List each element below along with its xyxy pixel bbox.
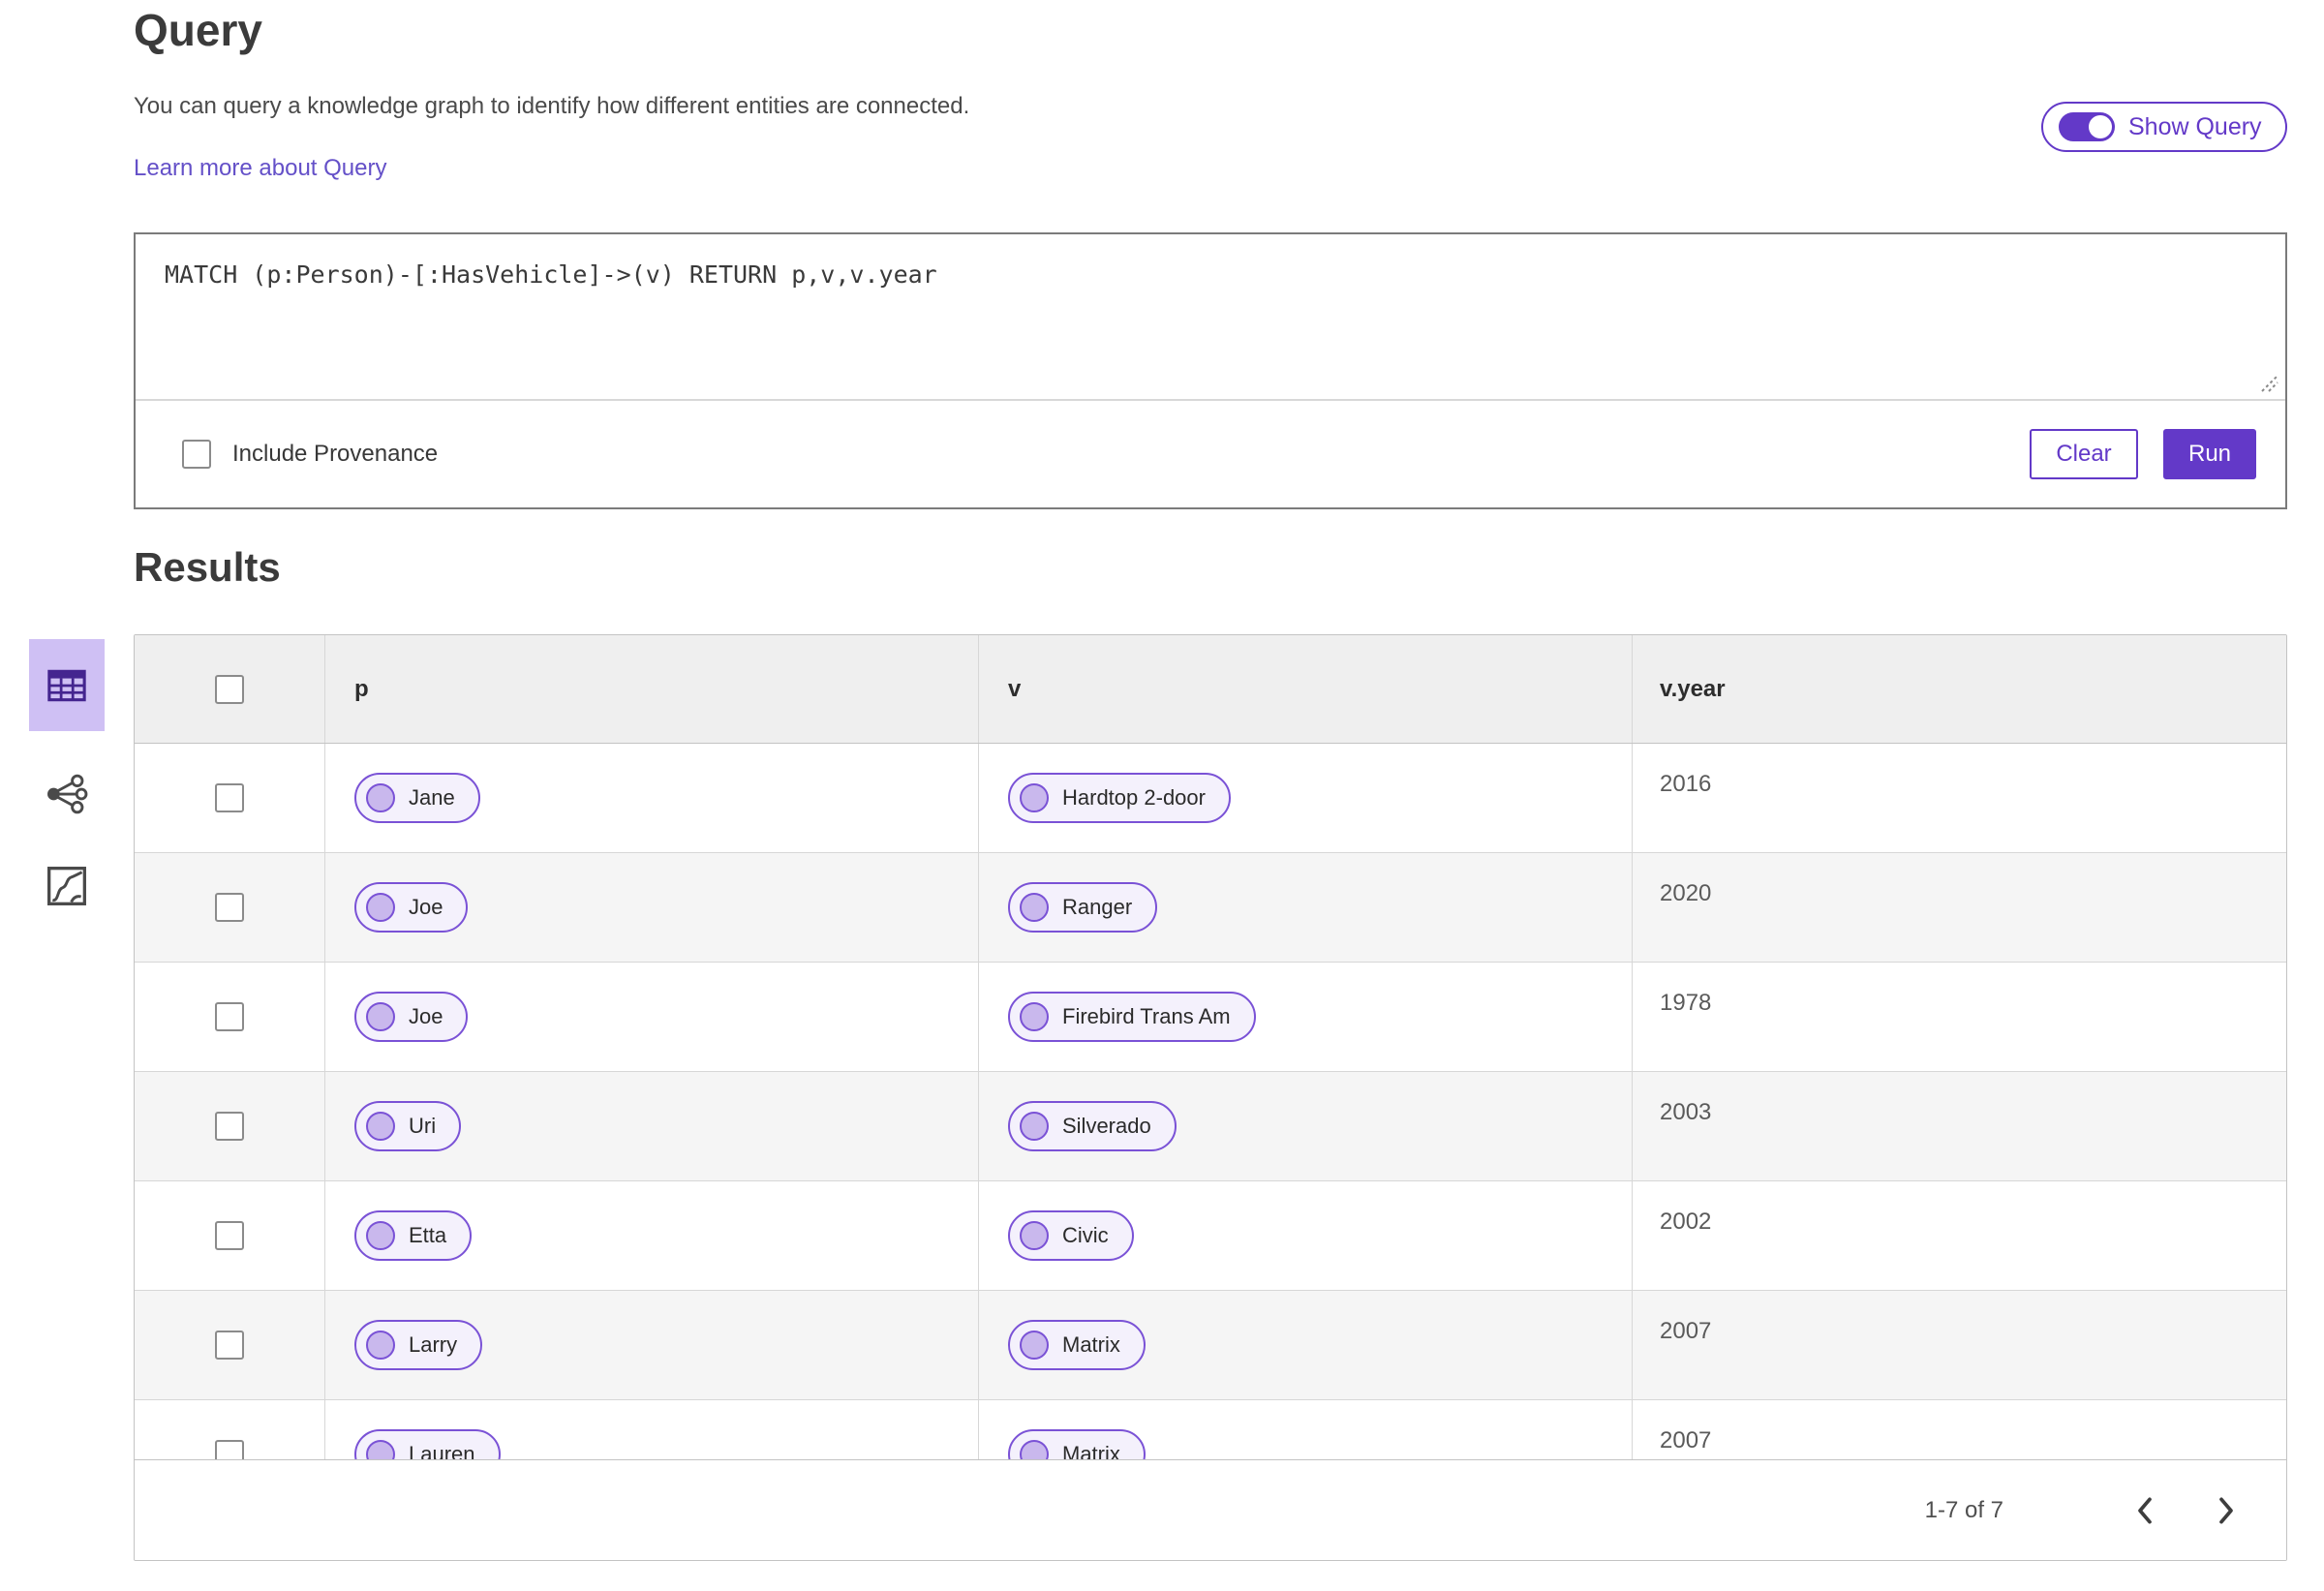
table-view-button[interactable] xyxy=(29,639,105,731)
query-editor: MATCH (p:Person)-[:HasVehicle]->(v) RETU… xyxy=(136,234,2285,401)
chart-view-button[interactable] xyxy=(46,865,88,907)
entity-pill-person[interactable]: Etta xyxy=(354,1210,473,1261)
entity-pill-vehicle[interactable]: Civic xyxy=(1008,1210,1134,1261)
node-icon xyxy=(366,1221,395,1250)
select-all-checkbox[interactable] xyxy=(215,674,244,704)
node-icon xyxy=(366,783,395,812)
toggle-knob xyxy=(2089,115,2112,138)
entity-pill-person[interactable]: Joe xyxy=(354,882,469,933)
results-title: Results xyxy=(134,544,281,590)
header-checkbox-cell xyxy=(135,635,325,743)
node-icon xyxy=(366,1002,395,1031)
year-cell: 2003 xyxy=(1660,1099,1712,1125)
query-page: Query You can query a knowledge graph to… xyxy=(0,0,2324,1591)
previous-page-button[interactable] xyxy=(2124,1489,2166,1532)
graph-view-icon xyxy=(47,774,88,814)
pill-label: Larry xyxy=(409,1332,458,1357)
entity-pill-vehicle[interactable]: Firebird Trans Am xyxy=(1008,992,1256,1042)
pill-label: Joe xyxy=(409,1004,443,1028)
column-header-p: p xyxy=(325,635,979,743)
year-cell: 2016 xyxy=(1660,771,1712,797)
row-checkbox[interactable] xyxy=(215,1002,244,1031)
results-view-rail xyxy=(29,639,105,907)
table-row: Etta Civic 2002 xyxy=(135,1181,2286,1291)
node-icon xyxy=(1020,1331,1049,1360)
query-input[interactable]: MATCH (p:Person)-[:HasVehicle]->(v) RETU… xyxy=(136,234,2285,399)
pill-label: Matrix xyxy=(1062,1332,1120,1357)
column-header-v: v xyxy=(979,635,1633,743)
graph-view-button[interactable] xyxy=(45,772,89,816)
resize-grip-icon[interactable] xyxy=(2254,368,2279,393)
pill-label: Hardtop 2-door xyxy=(1062,785,1206,810)
row-checkbox[interactable] xyxy=(215,783,244,812)
entity-pill-person[interactable]: Joe xyxy=(354,992,469,1042)
include-provenance-checkbox[interactable] xyxy=(182,440,211,469)
row-checkbox[interactable] xyxy=(215,893,244,922)
show-query-label: Show Query xyxy=(2128,112,2262,140)
table-view-icon xyxy=(47,669,86,701)
table-row: Uri Silverado 2003 xyxy=(135,1072,2286,1181)
pill-label: Uri xyxy=(409,1114,437,1138)
pagination-range-label: 1-7 of 7 xyxy=(1924,1496,2003,1523)
year-cell: 2020 xyxy=(1660,880,1712,906)
node-icon xyxy=(1020,1112,1049,1141)
column-header-vyear: v.year xyxy=(1660,675,1726,702)
query-controls: Include Provenance Clear Run xyxy=(136,401,2285,507)
pill-label: Etta xyxy=(409,1223,447,1247)
pill-label: Firebird Trans Am xyxy=(1062,1004,1231,1028)
entity-pill-person[interactable]: Jane xyxy=(354,773,480,823)
node-icon xyxy=(1020,783,1049,812)
chart-view-icon xyxy=(47,867,86,905)
page-title: Query xyxy=(134,5,262,55)
node-icon xyxy=(366,893,395,922)
year-cell: 2007 xyxy=(1660,1318,1712,1344)
pill-label: Jane xyxy=(409,785,455,810)
table-row: Jane Hardtop 2-door 2016 xyxy=(135,744,2286,853)
include-provenance-label: Include Provenance xyxy=(232,441,439,467)
pill-label: Ranger xyxy=(1062,895,1133,919)
node-icon xyxy=(366,1331,395,1360)
chevron-left-icon xyxy=(2138,1497,2152,1523)
pill-label: Civic xyxy=(1062,1223,1109,1247)
entity-pill-vehicle[interactable]: Matrix xyxy=(1008,1320,1146,1370)
entity-pill-person[interactable]: Uri xyxy=(354,1101,462,1151)
table-row: Joe Firebird Trans Am 1978 xyxy=(135,963,2286,1072)
pill-label: Silverado xyxy=(1062,1114,1151,1138)
chevron-right-icon xyxy=(2219,1497,2233,1523)
toggle-on-icon[interactable] xyxy=(2059,112,2115,141)
results-table: p v v.year Jane Hardtop 2-door 2016 Joe … xyxy=(134,634,2287,1561)
query-panel: MATCH (p:Person)-[:HasVehicle]->(v) RETU… xyxy=(134,232,2287,509)
row-checkbox[interactable] xyxy=(215,1331,244,1360)
table-pagination: 1-7 of 7 xyxy=(135,1459,2286,1560)
row-checkbox[interactable] xyxy=(215,1221,244,1250)
year-cell: 2002 xyxy=(1660,1209,1712,1235)
entity-pill-vehicle[interactable]: Hardtop 2-door xyxy=(1008,773,1231,823)
entity-pill-vehicle[interactable]: Silverado xyxy=(1008,1101,1177,1151)
node-icon xyxy=(1020,1221,1049,1250)
year-cell: 1978 xyxy=(1660,990,1712,1016)
node-icon xyxy=(1020,1002,1049,1031)
table-header-row: p v v.year xyxy=(135,635,2286,744)
learn-more-link[interactable]: Learn more about Query xyxy=(134,155,386,182)
node-icon xyxy=(366,1112,395,1141)
page-description: You can query a knowledge graph to ident… xyxy=(134,93,970,119)
show-query-toggle-button[interactable]: Show Query xyxy=(2041,102,2287,152)
table-row: Joe Ranger 2020 xyxy=(135,853,2286,963)
entity-pill-vehicle[interactable]: Ranger xyxy=(1008,882,1158,933)
entity-pill-person[interactable]: Larry xyxy=(354,1320,483,1370)
table-row: Larry Matrix 2007 xyxy=(135,1291,2286,1400)
node-icon xyxy=(1020,893,1049,922)
next-page-button[interactable] xyxy=(2205,1489,2248,1532)
row-checkbox[interactable] xyxy=(215,1112,244,1141)
pill-label: Joe xyxy=(409,895,443,919)
clear-button[interactable]: Clear xyxy=(2030,429,2138,479)
run-button[interactable]: Run xyxy=(2163,429,2256,479)
